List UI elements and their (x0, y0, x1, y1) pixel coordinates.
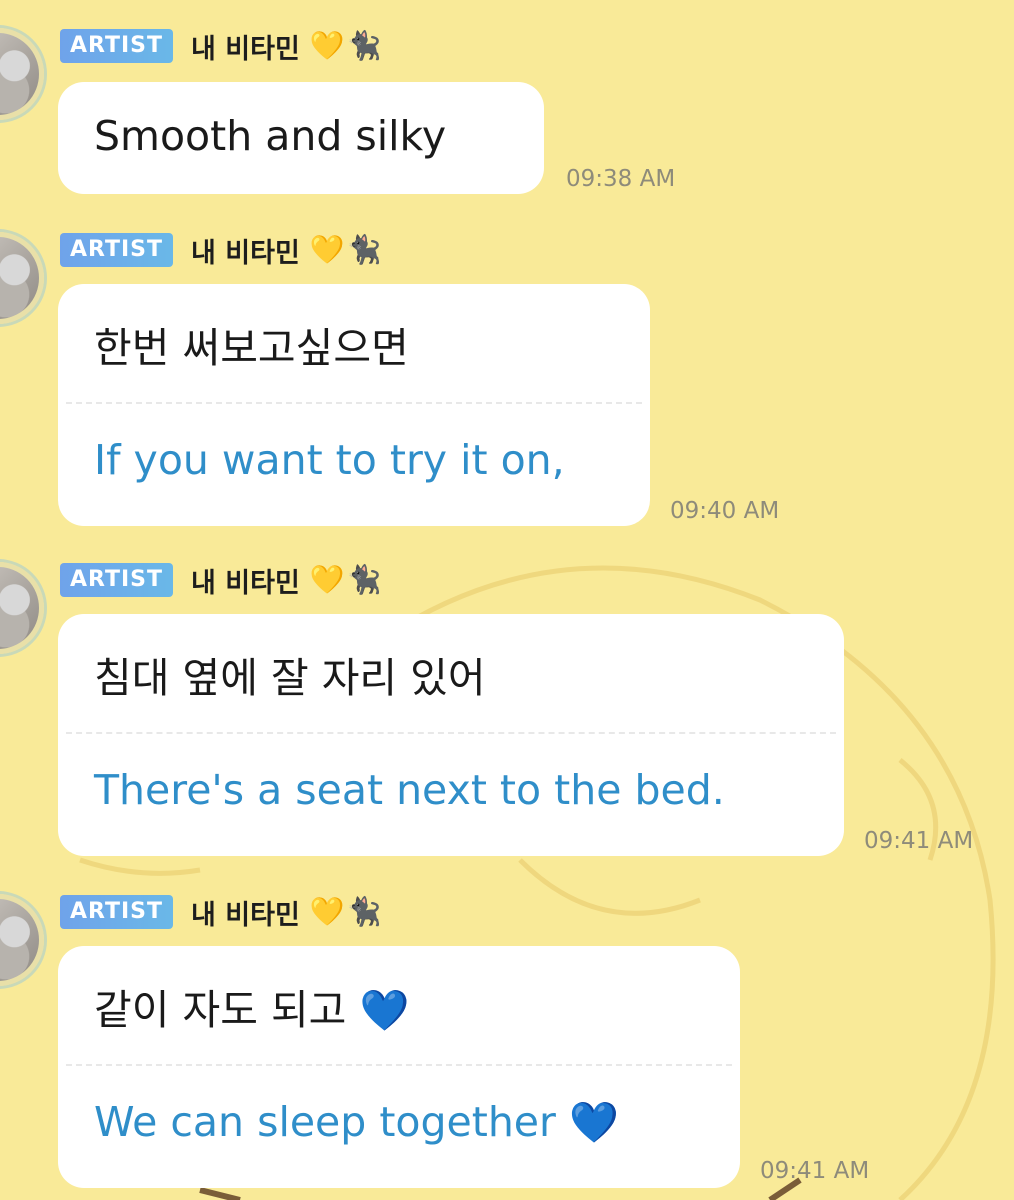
blue-heart-icon: 💙 (359, 988, 410, 1034)
original-text: 침대 옆에 잘 자리 있어 (94, 654, 486, 702)
translation-text: If you want to try it on, (94, 436, 565, 484)
translation-text-content: We can sleep together (94, 1098, 556, 1146)
sender-name: 내 비타민 (191, 33, 300, 65)
message-header: ARTIST 내 비타민 💛 🐈‍⬛ (60, 562, 382, 599)
avatar[interactable] (0, 562, 44, 654)
yellow-heart-icon: 💛 (309, 29, 345, 62)
yellow-heart-icon: 💛 (309, 563, 345, 596)
avatar[interactable] (0, 28, 44, 120)
message-time: 09:38 AM (566, 166, 676, 192)
artist-badge: ARTIST (60, 895, 174, 929)
original-text: 한번 써보고싶으면 (94, 324, 409, 372)
message-time: 09:40 AM (670, 498, 780, 524)
sender-name: 내 비타민 (191, 567, 300, 599)
translation-text: We can sleep together 💙 (94, 1098, 619, 1146)
message-bubble[interactable]: 한번 써보고싶으면 If you want to try it on, (58, 284, 650, 526)
original-text-content: 같이 자도 되고 (94, 986, 347, 1034)
message-header: ARTIST 내 비타민 💛 🐈‍⬛ (60, 894, 382, 931)
avatar[interactable] (0, 232, 44, 324)
message-bubble[interactable]: 침대 옆에 잘 자리 있어 There's a seat next to the… (58, 614, 844, 856)
blue-heart-icon: 💙 (568, 1100, 619, 1146)
yellow-heart-icon: 💛 (309, 233, 345, 266)
message-bubble[interactable]: 같이 자도 되고 💙 We can sleep together 💙 (58, 946, 740, 1188)
avatar[interactable] (0, 894, 44, 986)
message-bubble[interactable]: Smooth and silky (58, 82, 544, 194)
artist-badge: ARTIST (60, 563, 174, 597)
translation-divider (66, 402, 642, 404)
original-text: 같이 자도 되고 💙 (94, 976, 409, 1036)
sender-name: 내 비타민 (191, 237, 300, 269)
yellow-heart-icon: 💛 (309, 895, 345, 928)
translation-text: There's a seat next to the bed. (94, 766, 725, 814)
black-cat-icon: 🐈‍⬛ (346, 895, 382, 928)
artist-badge: ARTIST (60, 29, 174, 63)
message-header: ARTIST 내 비타민 💛 🐈‍⬛ (60, 28, 382, 65)
message-text: Smooth and silky (94, 112, 447, 160)
artist-badge: ARTIST (60, 233, 174, 267)
translation-divider (66, 732, 836, 734)
sender-name: 내 비타민 (191, 899, 300, 931)
black-cat-icon: 🐈‍⬛ (346, 563, 382, 596)
message-time: 09:41 AM (864, 828, 974, 854)
black-cat-icon: 🐈‍⬛ (346, 29, 382, 62)
message-time: 09:41 AM (760, 1158, 870, 1184)
translation-divider (66, 1064, 732, 1066)
black-cat-icon: 🐈‍⬛ (346, 233, 382, 266)
message-header: ARTIST 내 비타민 💛 🐈‍⬛ (60, 232, 382, 269)
